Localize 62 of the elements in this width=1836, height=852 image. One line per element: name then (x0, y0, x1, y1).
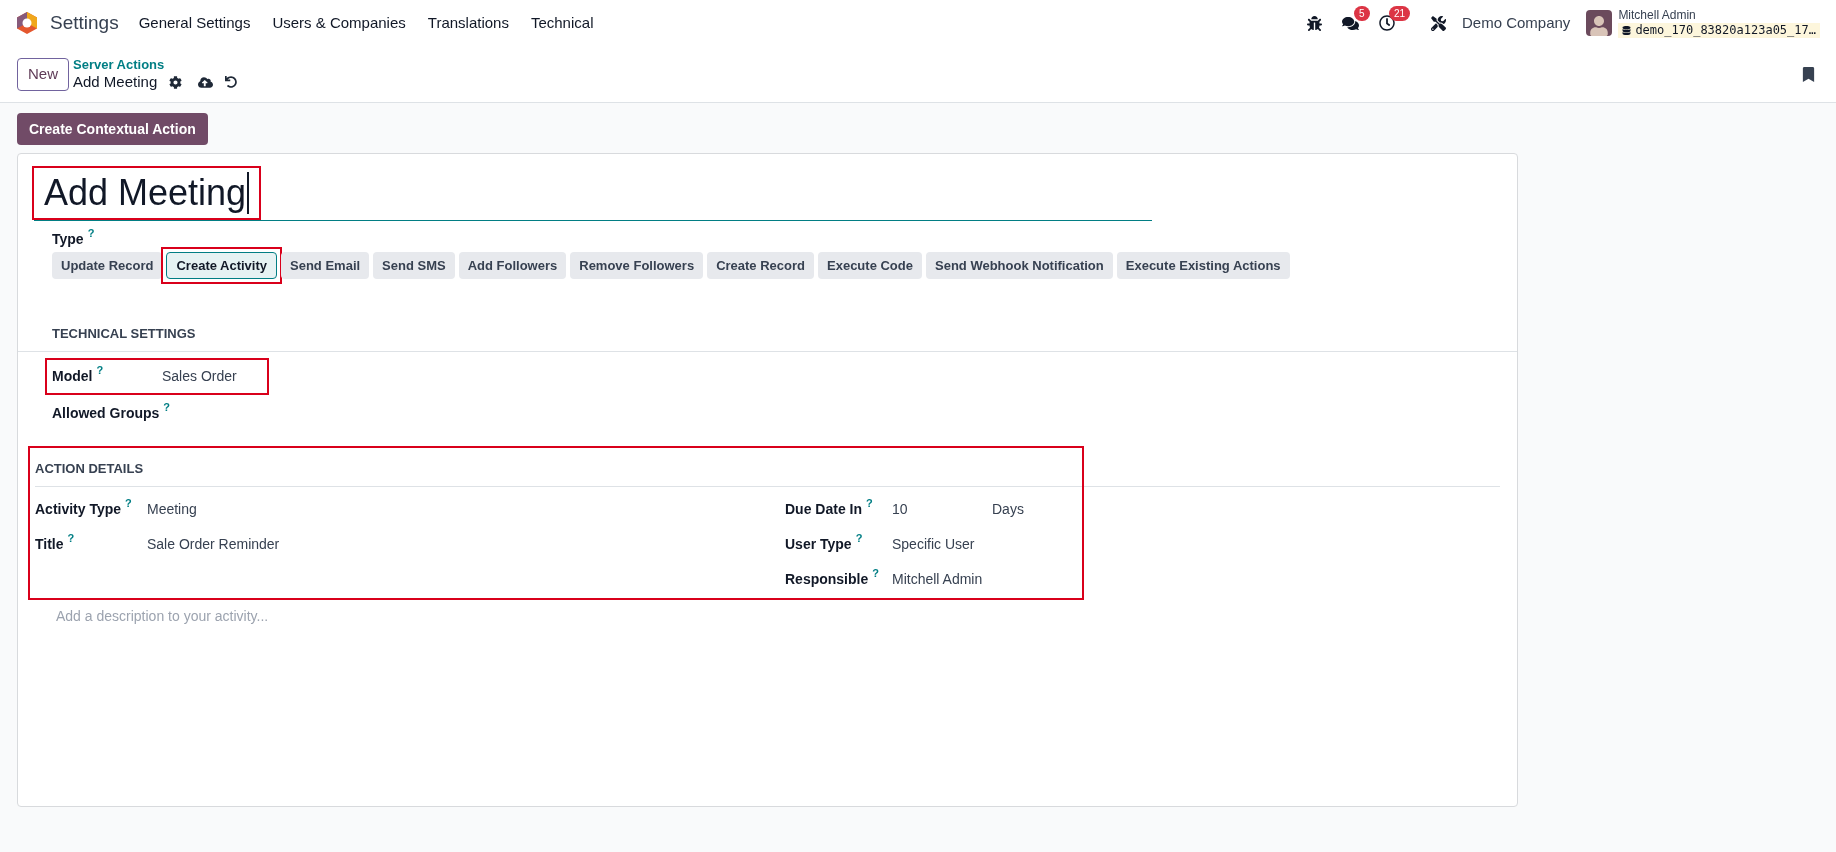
type-option[interactable]: Send Email (281, 252, 370, 279)
help-tooltip-mark[interactable]: ? (855, 532, 863, 544)
field-value[interactable]: Sales Order (162, 366, 262, 387)
field-label: Due Date In (785, 500, 862, 519)
chat-icon[interactable] (1342, 14, 1359, 32)
type-option[interactable]: Execute Code (818, 252, 922, 279)
app-logo-icon[interactable] (16, 11, 38, 35)
debug-icon[interactable] (1307, 15, 1322, 31)
company-switcher[interactable]: Demo Company (1462, 11, 1571, 35)
help-tooltip-mark[interactable]: ? (96, 364, 104, 376)
menu-item[interactable]: Translations (427, 11, 509, 35)
field-label: Responsible (785, 570, 869, 589)
menu-item[interactable]: General Settings (138, 11, 251, 35)
database-icon (1622, 26, 1632, 35)
menu-item[interactable]: Users & Companies (272, 11, 406, 35)
field-label: Allowed Groups (52, 404, 160, 423)
field-value[interactable]: 10 (892, 499, 992, 520)
user-name[interactable]: Mitchell Admin (1618, 8, 1820, 23)
title-field[interactable]: Add Meeting (44, 172, 250, 214)
type-option[interactable]: Create Record (707, 252, 814, 279)
field-value[interactable]: Mitchell Admin (892, 569, 992, 590)
new-button[interactable]: New (17, 57, 69, 91)
field-label: Type (52, 230, 84, 249)
user-avatar[interactable] (1586, 10, 1613, 36)
breadcrumb-link[interactable]: Server Actions (73, 56, 238, 73)
field-label: User Type (785, 535, 852, 554)
field-value[interactable]: Meeting (147, 499, 247, 520)
bookmark-icon[interactable] (1801, 66, 1816, 82)
help-tooltip-mark[interactable]: ? (866, 497, 873, 509)
field-unit[interactable]: Days (992, 499, 1024, 520)
field-label: Title (35, 535, 64, 554)
type-option[interactable]: Create Activity (166, 252, 278, 279)
help-tooltip-mark[interactable]: ? (125, 497, 132, 509)
section-heading: TECHNICAL SETTINGS (52, 326, 196, 341)
cloud-upload-icon[interactable] (198, 74, 214, 90)
undo-icon[interactable] (225, 76, 238, 89)
type-option[interactable]: Remove Followers (570, 252, 704, 279)
help-tooltip-mark[interactable]: ? (67, 532, 75, 544)
type-option[interactable]: Send Webhook Notification (926, 252, 1113, 279)
type-option[interactable]: Send SMS (373, 252, 455, 279)
type-option[interactable]: Update Record (52, 252, 163, 279)
create-contextual-action-button[interactable]: Create Contextual Action (17, 113, 208, 145)
field-label: Activity Type (35, 500, 122, 519)
database-badge: demo_170_83820a123a05_17… (1618, 23, 1820, 38)
app-title[interactable]: Settings (50, 8, 119, 38)
clock-icon[interactable] (1379, 15, 1395, 31)
menu-item[interactable]: Technical (530, 11, 594, 35)
help-tooltip-mark[interactable]: ? (163, 401, 171, 413)
field-value[interactable]: Specific User (892, 534, 992, 555)
section-heading: ACTION DETAILS (35, 461, 144, 476)
field-value[interactable]: Sale Order Reminder (147, 534, 280, 555)
record-name: Add Meeting (73, 72, 158, 92)
chat-count-badge: 5 (1354, 5, 1370, 21)
field-label: Model (52, 367, 93, 386)
help-tooltip-mark[interactable]: ? (872, 567, 879, 579)
activity-count-badge: 21 (1389, 6, 1411, 21)
type-option[interactable]: Execute Existing Actions (1116, 252, 1290, 279)
settings-icon[interactable] (169, 75, 183, 89)
description-field[interactable]: Add a description to your activity... (39, 606, 1139, 627)
type-option[interactable]: Add Followers (458, 252, 567, 279)
help-tooltip-mark[interactable]: ? (87, 227, 95, 239)
tools-icon[interactable] (1431, 15, 1446, 31)
